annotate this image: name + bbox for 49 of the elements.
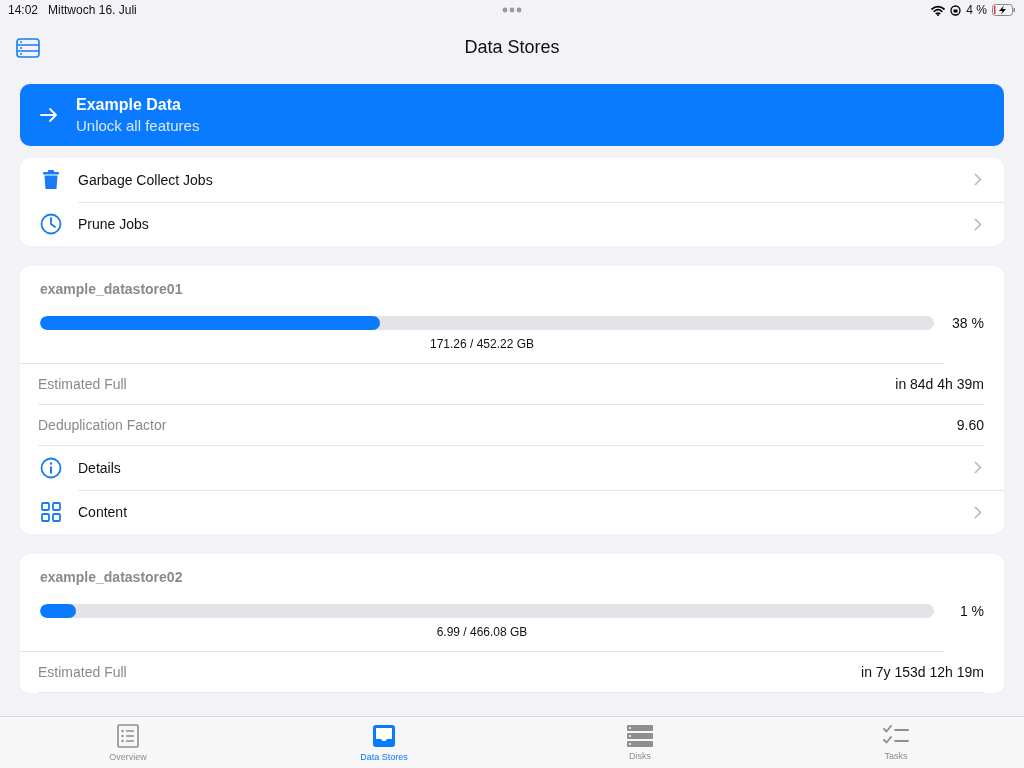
link-row[interactable]: Details — [20, 446, 1004, 490]
checklist-icon — [883, 724, 909, 747]
chevron-right-icon — [974, 461, 982, 474]
info-value: in 84d 4h 39m — [895, 376, 984, 392]
link-row[interactable]: Content — [20, 490, 1004, 534]
datastore-name: example_datastore02 — [40, 569, 184, 585]
battery-charging-icon — [992, 4, 1016, 16]
info-label: Deduplication Factor — [38, 417, 167, 433]
tab-bar-item[interactable]: Overview — [0, 717, 256, 768]
action-row[interactable]: Garbage Collect Jobs — [20, 158, 1004, 202]
status-date: Mittwoch 16. Juli — [48, 3, 137, 17]
chevron-right-icon — [974, 173, 982, 186]
chevron-right-icon — [974, 505, 982, 519]
tab-bar-item[interactable]: Data Stores — [256, 717, 512, 768]
trash-icon — [40, 170, 62, 190]
clock-icon — [40, 213, 62, 235]
chevron-right-icon — [974, 217, 982, 231]
usage-amount: 171.26 / 452.22 GB — [20, 337, 944, 364]
status-time: 14:02 — [8, 3, 39, 17]
unlock-banner[interactable]: Example Data Unlock all features — [20, 84, 1004, 146]
action-label: Prune Jobs — [78, 216, 149, 232]
info-value: 9.60 — [956, 417, 984, 433]
list-icon — [116, 723, 140, 748]
link-label: Content — [78, 504, 128, 520]
banner-title: Example Data — [76, 96, 182, 114]
banner-subtitle: Unlock all features — [76, 117, 200, 134]
arrow-right-icon — [40, 107, 58, 123]
battery-percentage: 4 % — [966, 3, 987, 17]
multitasking-dots-icon — [502, 7, 522, 13]
disks-icon — [627, 724, 653, 747]
info-label: Estimated Full — [38, 376, 127, 392]
action-label: Garbage Collect Jobs — [78, 171, 213, 188]
usage-percent: 1 % — [958, 603, 984, 619]
usage-amount: 6.99 / 466.08 GB — [20, 625, 944, 652]
tab-bar-item[interactable]: Disks — [512, 717, 768, 768]
wifi-icon — [931, 4, 946, 16]
server-icon[interactable] — [16, 38, 40, 58]
info-icon — [40, 457, 62, 479]
datastore-name: example_datastore01 — [40, 281, 184, 297]
usage-percent: 38 % — [951, 315, 984, 331]
orientation-lock-icon — [950, 4, 962, 16]
info-label: Estimated Full — [38, 664, 127, 680]
tab-bar-item[interactable]: Tasks — [768, 717, 1024, 768]
link-label: Details — [78, 459, 121, 476]
tray-icon — [372, 723, 396, 748]
grid-icon — [40, 502, 62, 522]
page-title: Data Stores — [464, 36, 560, 58]
action-row[interactable]: Prune Jobs — [20, 202, 1004, 246]
info-value: in 7y 153d 12h 19m — [861, 664, 984, 680]
